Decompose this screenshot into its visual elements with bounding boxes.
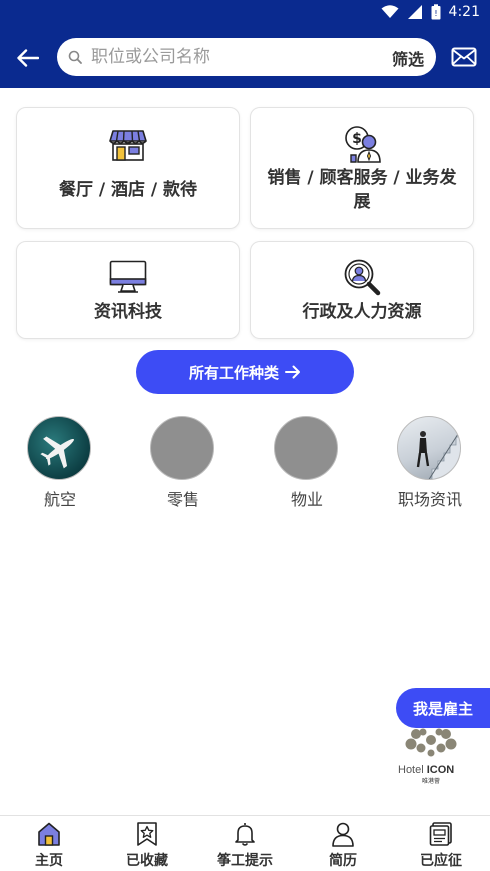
topic-label: 零售 bbox=[166, 490, 199, 509]
employer-button[interactable]: 我是雇主 bbox=[396, 688, 490, 728]
nav-saved[interactable]: 已收藏 bbox=[98, 816, 196, 871]
search-input[interactable] bbox=[91, 38, 381, 76]
category-card-admin-hr[interactable]: 行政及人力资源 bbox=[250, 241, 474, 339]
status-bar: ! 4:21 bbox=[0, 0, 490, 28]
topic-label: 航空 bbox=[43, 490, 76, 509]
bell-icon bbox=[235, 823, 255, 846]
topic-aviation[interactable]: 航空 bbox=[27, 416, 93, 516]
arrow-left-icon bbox=[17, 49, 39, 67]
profile-icon bbox=[332, 822, 354, 847]
nav-home[interactable]: 主页 bbox=[0, 816, 98, 871]
hotel-icon-logo: Hotel ICON 唯港薈 bbox=[398, 728, 457, 785]
home-icon bbox=[38, 822, 60, 846]
airplane-image bbox=[27, 416, 91, 480]
svg-text:!: ! bbox=[434, 9, 437, 18]
nav-resume[interactable]: 简历 bbox=[294, 816, 392, 871]
category-label: 销售 / 顾客服务 / 业务发展 bbox=[267, 168, 457, 212]
envelope-icon bbox=[451, 47, 477, 67]
nav-label: 主页 bbox=[35, 853, 63, 869]
category-label: 餐厅 / 酒店 / 款待 bbox=[58, 180, 198, 200]
topic-retail[interactable]: 零售 bbox=[150, 416, 216, 516]
bottom-navigation: 主页 已收藏 筝工提示 简历 已应征 bbox=[0, 815, 490, 871]
messages-button[interactable] bbox=[451, 45, 477, 69]
svg-text:$: $ bbox=[352, 131, 362, 147]
battery-icon: ! bbox=[431, 4, 441, 20]
search-icon bbox=[68, 50, 82, 64]
all-job-categories-button[interactable]: 所有工作种类 bbox=[136, 350, 354, 394]
category-card-hospitality[interactable]: 餐厅 / 酒店 / 款待 bbox=[16, 107, 240, 229]
category-card-sales[interactable]: $ 销售 / 顾客服务 / 业务发展 bbox=[250, 107, 474, 229]
category-label: 行政及人力资源 bbox=[302, 302, 422, 322]
category-card-it[interactable]: 资讯科技 bbox=[16, 241, 240, 339]
category-label: 资讯科技 bbox=[94, 302, 162, 322]
nav-label: 简历 bbox=[329, 853, 357, 869]
monitor-icon bbox=[109, 260, 147, 293]
nav-label: 筝工提示 bbox=[217, 853, 273, 869]
property-image bbox=[274, 416, 338, 480]
topic-label: 职场资讯 bbox=[397, 490, 462, 509]
filter-button[interactable]: 筛选 bbox=[392, 46, 424, 70]
search-bar: 筛选 bbox=[57, 38, 436, 76]
topic-label: 物业 bbox=[290, 490, 323, 509]
nav-applied[interactable]: 已应征 bbox=[392, 816, 490, 871]
back-button[interactable] bbox=[10, 42, 46, 74]
nav-label: 已应征 bbox=[420, 853, 462, 869]
magnifier-person-icon bbox=[344, 259, 381, 296]
staircase-photo bbox=[397, 416, 461, 480]
signal-icon bbox=[407, 5, 422, 19]
bookmark-star-icon bbox=[137, 822, 157, 846]
nav-label: 已收藏 bbox=[126, 853, 168, 869]
hotel-icon-ad[interactable]: Hotel ICON 唯港薈 bbox=[396, 724, 466, 786]
wifi-icon bbox=[381, 5, 399, 18]
all-job-categories-label: 所有工作种类 bbox=[188, 363, 279, 382]
applied-icon bbox=[429, 822, 452, 846]
topic-property[interactable]: 物业 bbox=[274, 416, 340, 516]
hotel-icon-subtext: 唯港薈 bbox=[422, 777, 440, 785]
hotel-icon-text: Hotel ICON bbox=[398, 764, 454, 776]
arrow-right-icon bbox=[285, 365, 300, 379]
store-icon bbox=[109, 130, 147, 161]
status-time: 4:21 bbox=[448, 4, 480, 20]
topic-career-news[interactable]: 职场资讯 bbox=[397, 416, 463, 516]
header: 筛选 bbox=[0, 28, 490, 88]
nav-job-alerts[interactable]: 筝工提示 bbox=[196, 816, 294, 871]
sales-person-icon: $ bbox=[345, 126, 381, 163]
retail-image bbox=[150, 416, 214, 480]
